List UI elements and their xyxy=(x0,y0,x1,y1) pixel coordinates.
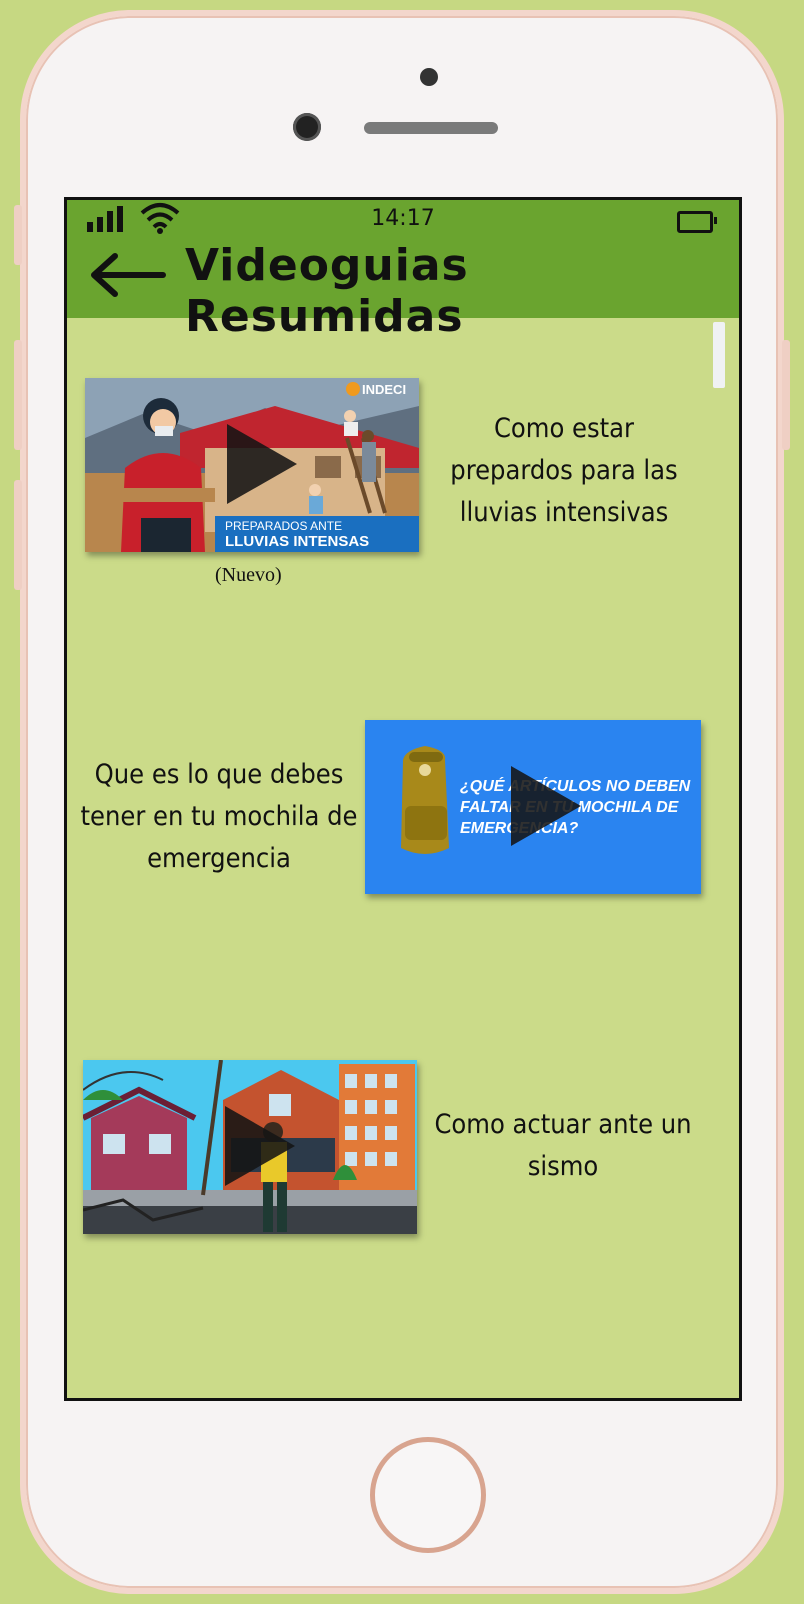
video-title-sismo[interactable]: Como actuar ante un sismo xyxy=(425,1104,701,1188)
battery-icon xyxy=(677,211,717,233)
page-title: Videoguias Resumidas xyxy=(185,240,469,342)
video-title-mochila[interactable]: Que es lo que debes tener en tu mochila … xyxy=(79,754,359,880)
app-screen: 14:17 Videoguias Resumidas PREPARADOS AN… xyxy=(64,197,742,1401)
front-camera xyxy=(293,113,321,141)
play-icon[interactable] xyxy=(511,766,581,846)
video-thumbnail-mochila[interactable]: ¿QUÉ ARTÍCULOS NO DEBEN FALTAR EN TU MOC… xyxy=(365,720,701,894)
power-button xyxy=(782,340,790,450)
status-time: 14:17 xyxy=(371,206,435,231)
mute-switch xyxy=(14,205,22,265)
home-button[interactable] xyxy=(370,1437,486,1553)
play-icon[interactable] xyxy=(225,1106,295,1186)
proximity-sensor xyxy=(420,68,438,86)
video-title-lluvias[interactable]: Como estar prepardos para las lluvias in… xyxy=(429,408,699,534)
thumb-line1: PREPARADOS ANTE xyxy=(225,519,342,533)
scrollbar[interactable] xyxy=(713,322,725,388)
indeci-logo: INDECI xyxy=(362,382,406,397)
earpiece-speaker xyxy=(364,122,498,134)
volume-up-button xyxy=(14,340,22,450)
play-icon[interactable] xyxy=(227,424,297,504)
app-header: 14:17 Videoguias Resumidas xyxy=(67,200,739,342)
thumb-line2: LLUVIAS INTENSAS xyxy=(225,533,369,550)
video-thumbnail-lluvias[interactable]: PREPARADOS ANTE LLUVIAS INTENSAS INDECI xyxy=(85,378,419,552)
back-arrow-icon[interactable] xyxy=(89,252,169,298)
volume-down-button xyxy=(14,480,22,590)
new-badge: (Nuevo) xyxy=(215,564,282,586)
video-thumbnail-sismo[interactable] xyxy=(83,1060,417,1234)
